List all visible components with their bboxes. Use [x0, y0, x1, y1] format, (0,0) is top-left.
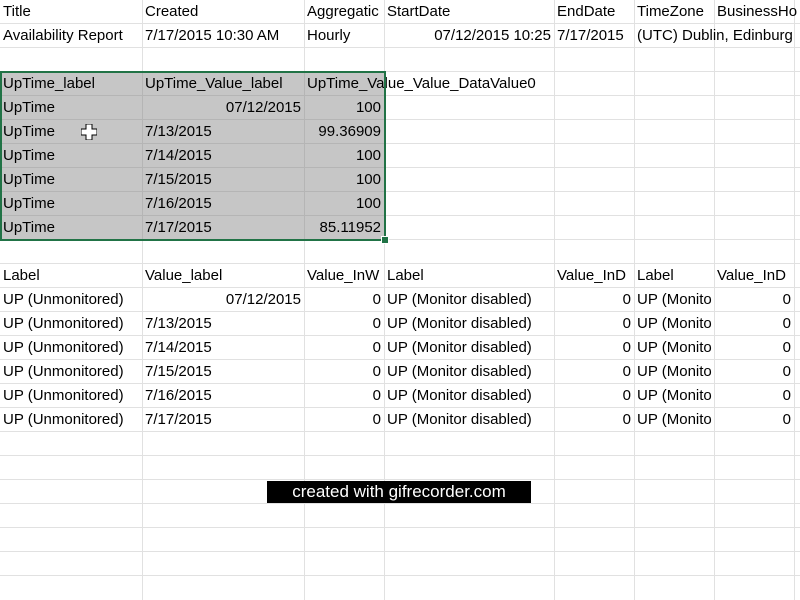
state-table-cell[interactable]: UP (Monitor disabled) — [384, 384, 554, 408]
state-table-cell[interactable]: UP (Monito — [634, 288, 714, 312]
state-table-cell[interactable]: UP (Unmonitored) — [0, 360, 142, 384]
state-table-cell[interactable]: UP (Monitor disabled) — [384, 408, 554, 432]
state-table-cell[interactable]: 0 — [714, 288, 794, 312]
report-created[interactable]: 7/17/2015 10:30 AM — [142, 24, 304, 48]
state-table-cell[interactable]: 0 — [554, 312, 634, 336]
state-header-cell[interactable]: Value_InD — [554, 264, 634, 288]
row-gridline — [0, 527, 800, 528]
state-table-cell[interactable]: 07/12/2015 — [142, 288, 304, 312]
state-table-cell[interactable]: UP (Monito — [634, 408, 714, 432]
state-table-cell[interactable]: UP (Unmonitored) — [0, 384, 142, 408]
row-gridline — [0, 551, 800, 552]
header-aggregation[interactable]: Aggregatic — [304, 0, 384, 24]
row-gridline — [0, 455, 800, 456]
state-table-cell[interactable]: UP (Monito — [634, 336, 714, 360]
report-title[interactable]: Availability Report — [0, 24, 142, 48]
state-header-cell[interactable]: Value_InD — [714, 264, 794, 288]
column-gridline — [794, 0, 795, 600]
state-header-cell[interactable]: Value_label — [142, 264, 304, 288]
spreadsheet-grid[interactable]: Title Created Aggregatic StartDate EndDa… — [0, 0, 800, 600]
state-table-cell[interactable]: 0 — [304, 336, 384, 360]
header-created[interactable]: Created — [142, 0, 304, 24]
state-table-cell[interactable]: UP (Monitor disabled) — [384, 360, 554, 384]
row-gridline — [0, 575, 800, 576]
state-table-cell[interactable]: 7/15/2015 — [142, 360, 304, 384]
state-table-cell[interactable]: UP (Monitor disabled) — [384, 336, 554, 360]
state-table-cell[interactable]: 0 — [554, 360, 634, 384]
row-gridline — [0, 503, 800, 504]
header-end-date[interactable]: EndDate — [554, 0, 634, 24]
state-table-cell[interactable]: 0 — [304, 408, 384, 432]
header-business-hours[interactable]: BusinessHo — [714, 0, 800, 24]
state-table-cell[interactable]: UP (Monito — [634, 384, 714, 408]
row-gridline — [0, 479, 800, 480]
state-table-cell[interactable]: 0 — [304, 288, 384, 312]
state-table-cell[interactable]: UP (Monitor disabled) — [384, 288, 554, 312]
watermark: created with gifrecorder.com — [267, 481, 531, 503]
state-table-cell[interactable]: 7/14/2015 — [142, 336, 304, 360]
state-table-cell[interactable]: UP (Monitor disabled) — [384, 312, 554, 336]
state-table-cell[interactable]: 0 — [714, 360, 794, 384]
state-table-cell[interactable]: UP (Monito — [634, 360, 714, 384]
state-table-cell[interactable]: 7/16/2015 — [142, 384, 304, 408]
header-time-zone[interactable]: TimeZone — [634, 0, 714, 24]
header-start-date[interactable]: StartDate — [384, 0, 554, 24]
excel-cell-cursor-icon — [81, 124, 97, 140]
state-table-cell[interactable]: 0 — [554, 408, 634, 432]
state-table-cell[interactable]: 0 — [714, 312, 794, 336]
state-table-cell[interactable]: 0 — [554, 336, 634, 360]
report-aggregation[interactable]: Hourly — [304, 24, 384, 48]
state-header-cell[interactable]: Label — [0, 264, 142, 288]
state-table-cell[interactable]: UP (Unmonitored) — [0, 336, 142, 360]
state-table-cell[interactable]: 0 — [304, 360, 384, 384]
state-table-cell[interactable]: 0 — [714, 384, 794, 408]
state-table-cell[interactable]: 0 — [714, 408, 794, 432]
report-time-zone[interactable]: (UTC) Dublin, Edinburg — [634, 24, 800, 48]
state-table-cell[interactable]: 7/13/2015 — [142, 312, 304, 336]
state-table-cell[interactable]: UP (Unmonitored) — [0, 312, 142, 336]
report-end-date[interactable]: 7/17/2015 — [554, 24, 634, 48]
state-table-cell[interactable]: UP (Unmonitored) — [0, 288, 142, 312]
state-table-cell[interactable]: 0 — [304, 384, 384, 408]
state-header-cell[interactable]: Label — [634, 264, 714, 288]
header-title[interactable]: Title — [0, 0, 142, 24]
state-table-cell[interactable]: 0 — [554, 384, 634, 408]
state-table-cell[interactable]: 0 — [714, 336, 794, 360]
selection-border — [0, 71, 386, 241]
state-header-cell[interactable]: Value_InW — [304, 264, 384, 288]
state-table-cell[interactable]: UP (Unmonitored) — [0, 408, 142, 432]
report-start-date[interactable]: 07/12/2015 10:25 — [384, 24, 554, 48]
state-table-cell[interactable]: 7/17/2015 — [142, 408, 304, 432]
state-table-cell[interactable]: UP (Monito — [634, 312, 714, 336]
state-table-cell[interactable]: 0 — [554, 288, 634, 312]
fill-handle[interactable] — [381, 236, 389, 244]
state-header-cell[interactable]: Label — [384, 264, 554, 288]
state-table-cell[interactable]: 0 — [304, 312, 384, 336]
